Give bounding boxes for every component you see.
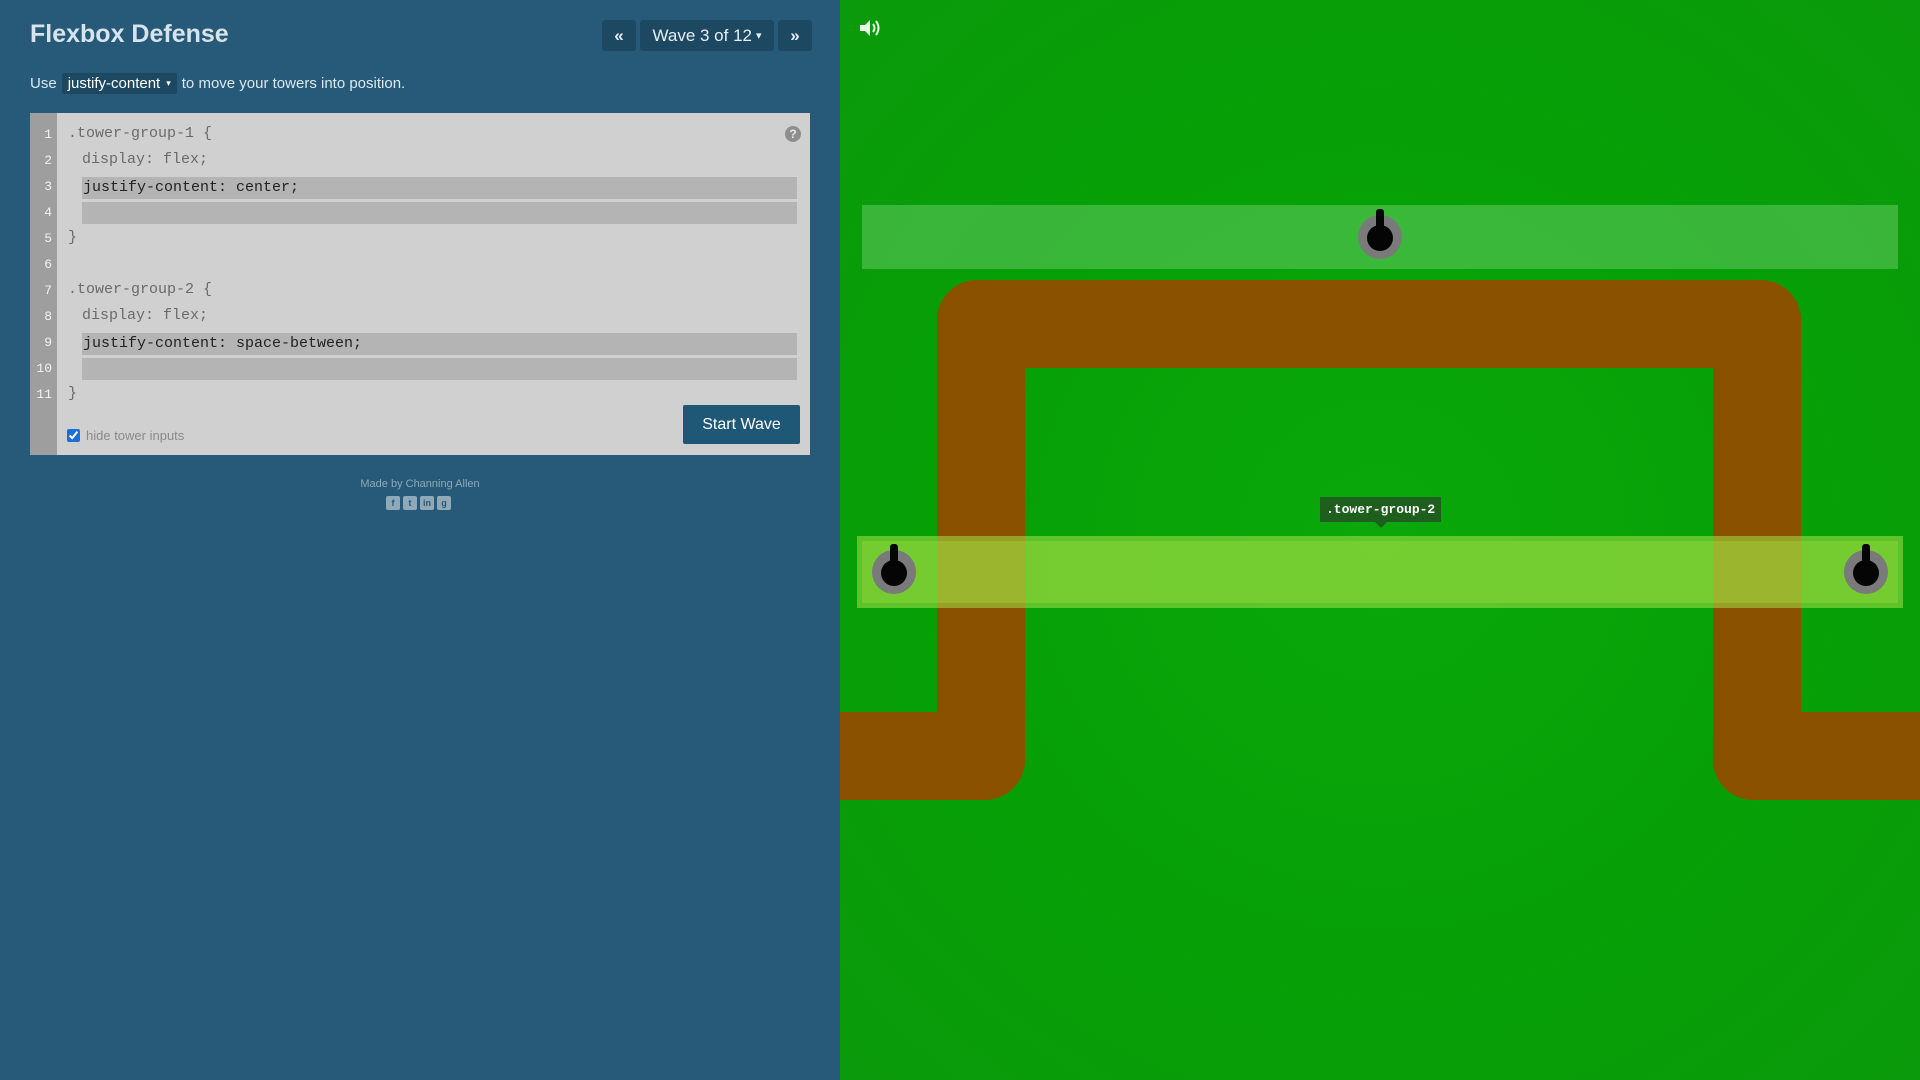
instruction-text: Use justify-content ▾ to move your tower… [30,73,405,94]
next-wave-button[interactable]: » [778,20,812,51]
tower [1358,209,1402,259]
tower-group-1-extra-input[interactable] [82,202,797,224]
tower [872,544,916,594]
wave-select-button[interactable]: Wave 3 of 12 ▾ [640,20,774,51]
previous-wave-button[interactable]: « [602,20,636,51]
line-number: 7 [44,283,52,298]
enemy-path-exit [1770,712,1920,800]
wave-navigation: « Wave 3 of 12 ▾ » [602,20,812,51]
tower-group-1-input[interactable]: justify-content: center; [82,177,797,199]
code-closing-brace: } [68,229,78,246]
wave-label: Wave 3 of 12 [652,25,752,45]
enemy-path-entry [840,712,970,800]
hide-tower-inputs-toggle[interactable]: hide tower inputs [67,428,184,443]
code-selector-group-2: .tower-group-2 { [68,281,213,298]
tower [1844,544,1888,594]
line-number: 5 [44,231,52,246]
facebook-icon[interactable]: f [386,496,400,510]
tower-group-2-tooltip: .tower-group-2 [1320,497,1442,522]
code-selector-group-1: .tower-group-1 { [68,125,213,142]
help-icon[interactable]: ? [785,126,801,142]
enemy-path-top [937,280,1801,368]
line-number: 8 [44,309,52,324]
line-number: 10 [36,361,52,376]
social-links: f t in g [386,496,451,510]
instructions-panel: Flexbox Defense « Wave 3 of 12 ▾ » Use j… [0,0,840,1080]
speaker-icon[interactable] [858,18,882,38]
code-editor: 1 2 3 4 5 6 7 8 9 10 11 .tower-group-1 {… [30,113,810,455]
tower-group-2-extra-input[interactable] [82,358,797,380]
twitter-icon[interactable]: t [403,496,417,510]
tower-group-2-row-inner [862,541,1898,603]
github-icon[interactable]: g [437,496,451,510]
instruction-prefix: Use [30,75,57,92]
line-number: 4 [44,205,52,220]
property-select[interactable]: justify-content ▾ [61,73,177,94]
code-closing-brace: } [68,385,78,402]
linkedin-icon[interactable]: in [420,496,434,510]
credit-text[interactable]: Made by Channing Allen [0,478,840,490]
tooltip-pointer [1375,522,1387,528]
line-number: 1 [44,127,52,142]
line-number: 3 [44,179,52,194]
chevron-down-icon: ▾ [166,78,171,88]
property-name: justify-content [67,75,161,92]
chevron-down-icon: ▾ [756,30,762,42]
line-number: 6 [44,257,52,272]
line-number: 11 [36,387,52,402]
hide-tower-inputs-checkbox[interactable] [67,429,80,442]
game-title: Flexbox Defense [30,20,229,48]
code-display-flex: display: flex; [82,307,209,324]
code-display-flex: display: flex; [82,151,209,168]
instruction-suffix: to move your towers into position. [181,75,406,92]
line-number: 2 [44,153,52,168]
start-wave-button[interactable]: Start Wave [683,405,800,444]
tower-group-2-input[interactable]: justify-content: space-between; [82,333,797,355]
game-board: .tower-group-2 [840,0,1920,1080]
hide-tower-inputs-label: hide tower inputs [86,428,185,443]
line-number: 9 [44,335,52,350]
